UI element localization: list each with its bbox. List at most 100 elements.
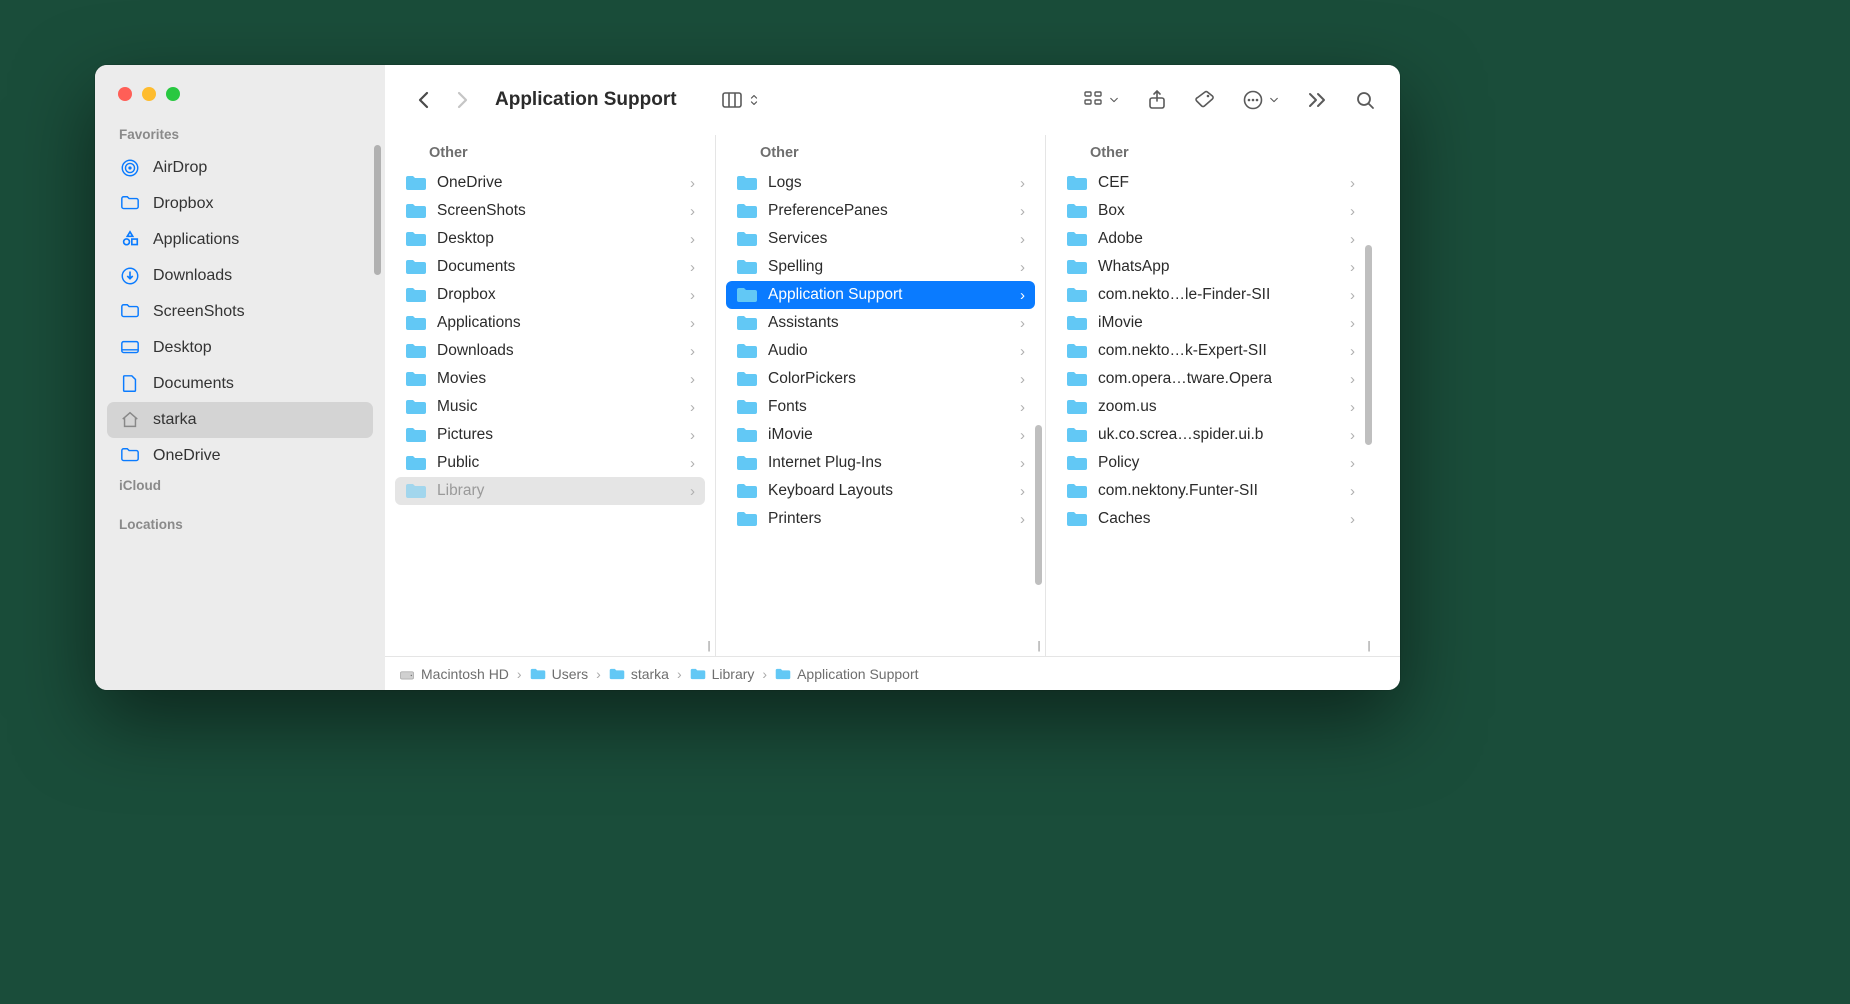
folder-row[interactable]: OneDrive› <box>395 169 705 197</box>
chevron-right-icon: › <box>690 259 695 276</box>
download-icon <box>119 265 141 287</box>
folder-label: Documents <box>437 258 680 276</box>
chevron-right-icon: › <box>690 231 695 248</box>
minimize-button[interactable] <box>142 87 156 101</box>
folder-row[interactable]: Spelling› <box>726 253 1035 281</box>
sidebar-item-desktop[interactable]: Desktop <box>107 330 373 366</box>
sidebar-item-label: Applications <box>153 231 239 249</box>
folder-row[interactable]: Logs› <box>726 169 1035 197</box>
folder-row[interactable]: com.opera…tware.Opera› <box>1056 365 1365 393</box>
folder-row[interactable]: com.nektony.Funter-SII› <box>1056 477 1365 505</box>
sidebar-item-screenshots[interactable]: ScreenShots <box>107 294 373 330</box>
folder-row[interactable]: Audio› <box>726 337 1035 365</box>
folder-row[interactable]: ColorPickers› <box>726 365 1035 393</box>
folder-row[interactable]: Public› <box>395 449 705 477</box>
sidebar-item-downloads[interactable]: Downloads <box>107 258 373 294</box>
tags-button[interactable] <box>1194 89 1216 111</box>
folder-row[interactable]: Adobe› <box>1056 225 1365 253</box>
folder-row[interactable]: Internet Plug-Ins› <box>726 449 1035 477</box>
home-icon <box>119 409 141 431</box>
path-label: Macintosh HD <box>421 666 509 682</box>
back-button[interactable] <box>409 85 439 115</box>
search-button[interactable] <box>1354 89 1376 111</box>
sidebar-scrollbar[interactable] <box>374 145 381 275</box>
folder-row[interactable]: Dropbox› <box>395 281 705 309</box>
folder-row[interactable]: Application Support› <box>726 281 1035 309</box>
folder-icon <box>1066 454 1088 472</box>
folder-row[interactable]: ScreenShots› <box>395 197 705 225</box>
folder-row[interactable]: Printers› <box>726 505 1035 533</box>
folder-row[interactable]: iMovie› <box>1056 309 1365 337</box>
column-scrollbar[interactable] <box>1365 245 1372 445</box>
overflow-button[interactable] <box>1306 89 1328 111</box>
folder-row[interactable]: Music› <box>395 393 705 421</box>
sidebar-item-label: Documents <box>153 375 234 393</box>
path-segment[interactable]: starka <box>609 666 669 682</box>
path-segment[interactable]: Users <box>530 666 589 682</box>
actions-button[interactable] <box>1242 89 1280 111</box>
folder-label: Policy <box>1098 454 1340 472</box>
folder-row[interactable]: Box› <box>1056 197 1365 225</box>
folder-row[interactable]: Library› <box>395 477 705 505</box>
folder-row[interactable]: com.nekto…le-Finder-SII› <box>1056 281 1365 309</box>
sidebar-item-dropbox[interactable]: Dropbox <box>107 186 373 222</box>
sidebar-item-label: Desktop <box>153 339 212 357</box>
folder-row[interactable]: Desktop› <box>395 225 705 253</box>
column-resize-handle[interactable]: || <box>1367 640 1369 652</box>
folder-row[interactable]: Documents › <box>395 253 705 281</box>
path-segment[interactable]: Macintosh HD <box>399 666 509 682</box>
folder-icon <box>736 258 758 276</box>
zoom-button[interactable] <box>166 87 180 101</box>
sidebar-section-label: Locations <box>95 513 385 540</box>
group-by-button[interactable] <box>1082 89 1120 111</box>
path-segment[interactable]: Library <box>690 666 755 682</box>
folder-row[interactable]: Services› <box>726 225 1035 253</box>
folder-row[interactable]: uk.co.screa…spider.ui.b› <box>1056 421 1365 449</box>
folder-label: zoom.us <box>1098 398 1340 416</box>
column-resize-handle[interactable]: || <box>707 640 709 652</box>
chevron-right-icon: › <box>1350 203 1355 220</box>
sidebar-item-documents[interactable]: Documents <box>107 366 373 402</box>
folder-label: CEF <box>1098 174 1340 192</box>
chevron-right-icon: › <box>1350 287 1355 304</box>
sidebar-item-applications[interactable]: Applications <box>107 222 373 258</box>
column-resize-handle[interactable]: || <box>1037 640 1039 652</box>
folder-label: Music <box>437 398 680 416</box>
folder-row[interactable]: WhatsApp› <box>1056 253 1365 281</box>
folder-row[interactable]: com.nekto…k-Expert-SII› <box>1056 337 1365 365</box>
folder-row[interactable]: Pictures› <box>395 421 705 449</box>
folder-row[interactable]: PreferencePanes› <box>726 197 1035 225</box>
folder-icon <box>1066 510 1088 528</box>
column-browser: OtherOneDrive›ScreenShots›Desktop›Docume… <box>385 135 1400 656</box>
finder-window: FavoritesAirDropDropboxApplicationsDownl… <box>95 65 1400 690</box>
folder-row[interactable]: Applications› <box>395 309 705 337</box>
folder-row[interactable]: Assistants› <box>726 309 1035 337</box>
path-segment[interactable]: Application Support <box>775 666 918 682</box>
folder-icon <box>1066 370 1088 388</box>
folder-label: Adobe <box>1098 230 1340 248</box>
folder-row[interactable]: Keyboard Layouts› <box>726 477 1035 505</box>
sidebar-item-starka[interactable]: starka <box>107 402 373 438</box>
column-list: OneDrive›ScreenShots›Desktop›Documents›D… <box>385 169 715 656</box>
folder-icon <box>405 258 427 276</box>
folder-row[interactable]: Movies› <box>395 365 705 393</box>
folder-row[interactable]: CEF› <box>1056 169 1365 197</box>
chevron-right-icon: › <box>690 371 695 388</box>
path-label: Application Support <box>797 666 918 682</box>
folder-row[interactable]: Fonts› <box>726 393 1035 421</box>
share-button[interactable] <box>1146 89 1168 111</box>
folder-row[interactable]: Caches› <box>1056 505 1365 533</box>
folder-row[interactable]: zoom.us› <box>1056 393 1365 421</box>
folder-row[interactable]: Policy› <box>1056 449 1365 477</box>
forward-button[interactable] <box>447 85 477 115</box>
sidebar-item-onedrive[interactable]: OneDrive <box>107 438 373 474</box>
column-scrollbar[interactable] <box>1035 425 1042 585</box>
folder-row[interactable]: Downloads› <box>395 337 705 365</box>
close-button[interactable] <box>118 87 132 101</box>
chevron-right-icon: › <box>1350 343 1355 360</box>
sidebar-item-airdrop[interactable]: AirDrop <box>107 150 373 186</box>
folder-row[interactable]: iMovie› <box>726 421 1035 449</box>
folder-icon <box>609 667 625 681</box>
view-columns-button[interactable] <box>721 89 761 111</box>
chevron-right-icon: › <box>1020 483 1025 500</box>
